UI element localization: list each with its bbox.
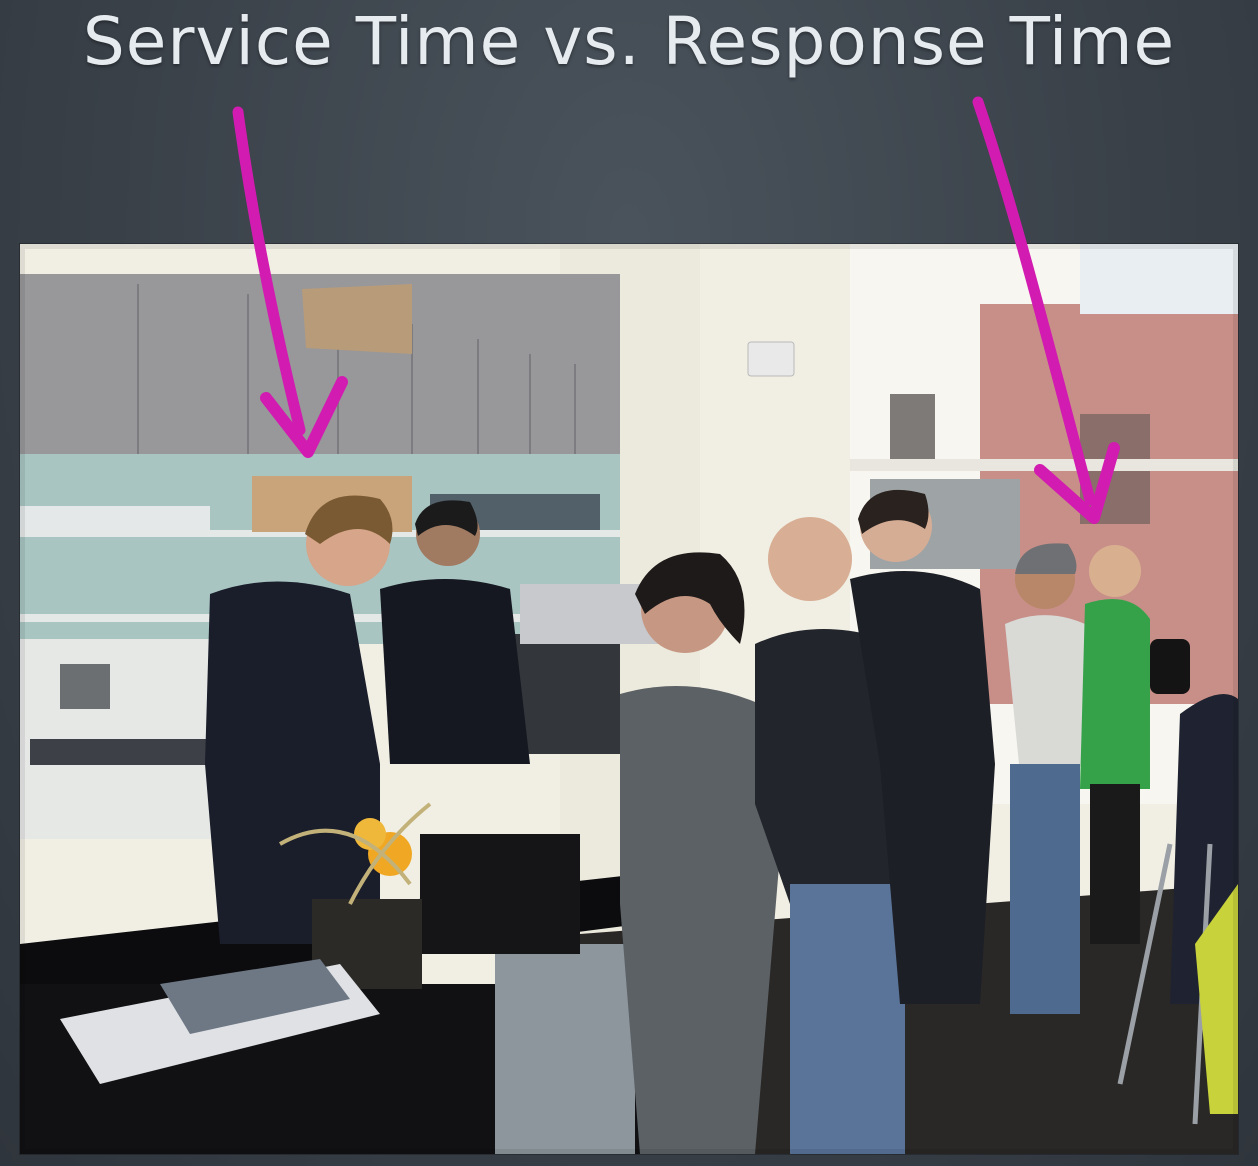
slide-title: Service Time vs. Response Time xyxy=(82,3,1176,80)
slide: Service Time vs. Response Time xyxy=(0,0,1258,1166)
coffee-shop-photo xyxy=(20,244,1238,1154)
